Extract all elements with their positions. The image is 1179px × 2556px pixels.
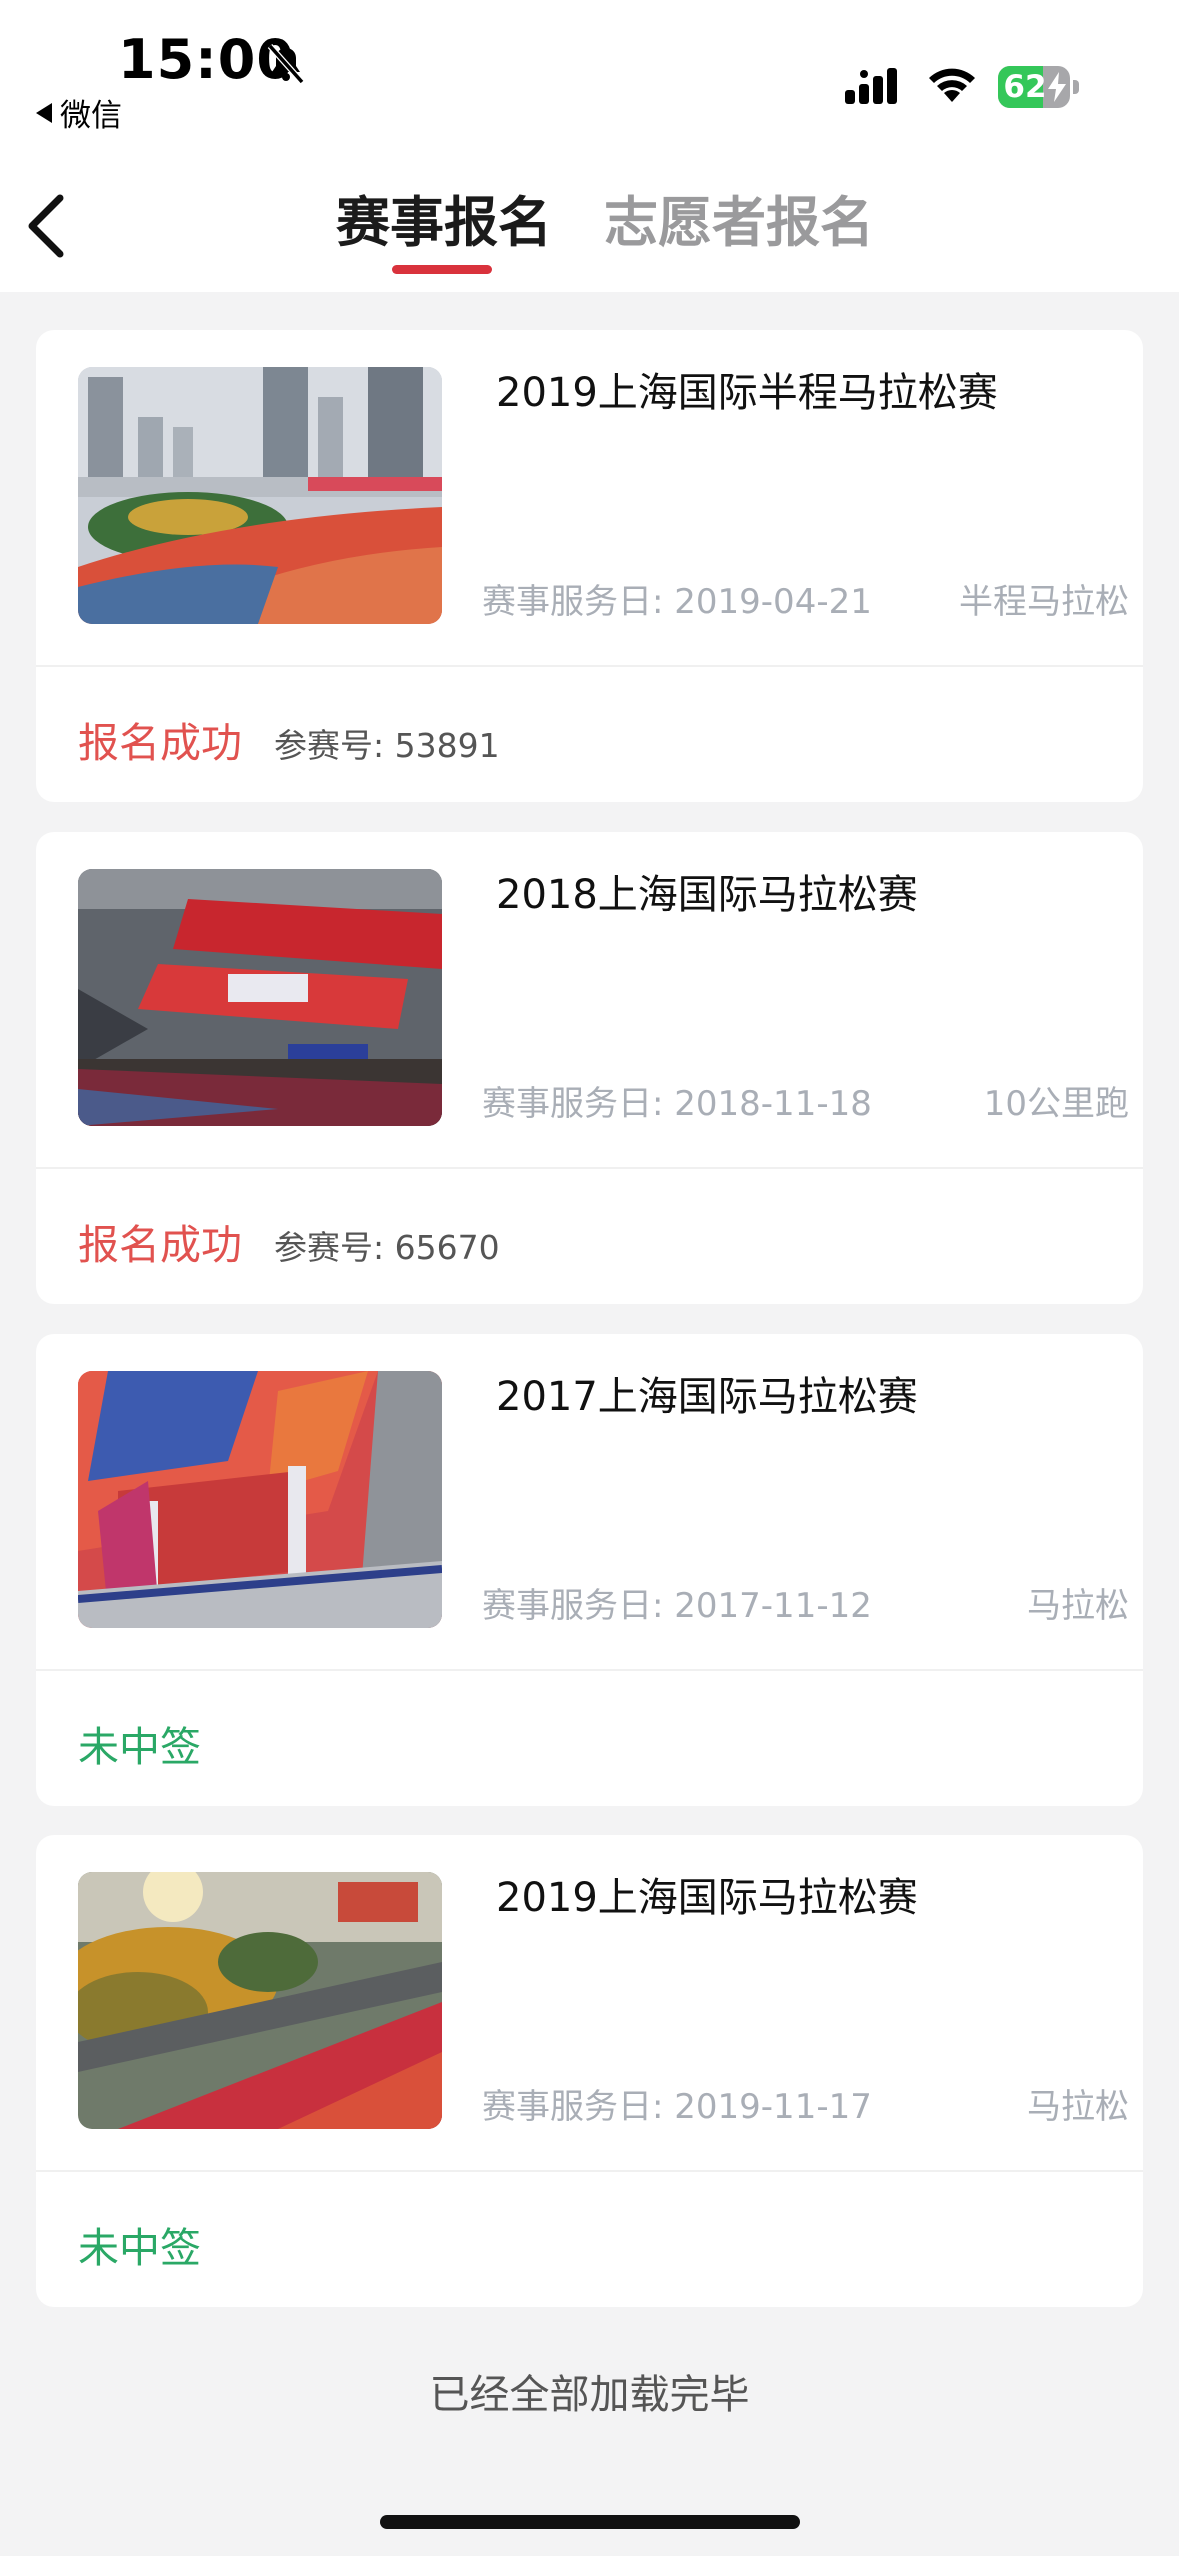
- event-date: 赛事服务日: 2018-11-18: [482, 1084, 872, 1124]
- event-type: 10公里跑: [983, 1084, 1129, 1124]
- back-app-label: 微信: [60, 98, 122, 134]
- home-indicator[interactable]: [380, 2515, 800, 2529]
- skyline-photo: [78, 367, 442, 624]
- bib-number: 参赛号: 65670: [274, 1228, 500, 1267]
- registration-status: 报名成功: [78, 719, 242, 767]
- list-end-message: 已经全部加载完毕: [429, 2372, 750, 2418]
- event-date: 赛事服务日: 2019-04-21: [482, 582, 872, 622]
- header-area: 15:00 微信 62 赛事报名 志愿者报名: [0, 0, 1179, 292]
- event-thumbnail: [78, 869, 442, 1126]
- bund-runners-photo: [78, 1872, 442, 2129]
- registration-status: 未中签: [78, 2224, 201, 2272]
- event-title: 2017上海国际马拉松赛: [496, 1374, 918, 1420]
- battery-body: 62: [998, 66, 1070, 108]
- tab-volunteer-registration[interactable]: 志愿者报名: [604, 178, 874, 257]
- battery-percent: 62: [1003, 69, 1047, 105]
- event-title: 2018上海国际马拉松赛: [496, 872, 918, 918]
- registration-status: 未中签: [78, 1723, 201, 1771]
- registration-card[interactable]: 2017上海国际马拉松赛 赛事服务日: 2017-11-12 马拉松 未中签: [36, 1334, 1143, 1806]
- crowd-aerial-photo: [78, 1371, 442, 1628]
- wifi-icon: [929, 68, 975, 102]
- charging-bolt-icon: [1048, 72, 1066, 102]
- registration-card[interactable]: 2018上海国际马拉松赛 赛事服务日: 2018-11-18 10公里跑 报名成…: [36, 832, 1143, 1304]
- event-thumbnail: [78, 1872, 442, 2129]
- battery-tip: [1073, 80, 1079, 94]
- active-tab-indicator: [392, 265, 492, 274]
- event-type: 马拉松: [1027, 2087, 1129, 2127]
- start-stage-photo: [78, 869, 442, 1126]
- cellular-signal-icon: [845, 68, 897, 104]
- back-arrow-icon[interactable]: [18, 188, 78, 264]
- event-type: 马拉松: [1027, 1586, 1129, 1626]
- tab-race-registration[interactable]: 赛事报名: [336, 178, 552, 257]
- event-thumbnail: [78, 367, 442, 624]
- card-footer: 报名成功 参赛号: 65670: [36, 1169, 1143, 1304]
- battery-indicator: 62: [998, 66, 1080, 108]
- event-date: 赛事服务日: 2019-11-17: [482, 2087, 872, 2127]
- event-date: 赛事服务日: 2017-11-12: [482, 1586, 872, 1626]
- event-title: 2019上海国际半程马拉松赛: [496, 370, 998, 416]
- bib-number: 参赛号: 53891: [274, 726, 500, 765]
- back-triangle-icon: [36, 102, 52, 123]
- event-title: 2019上海国际马拉松赛: [496, 1875, 918, 1921]
- card-footer: 未中签: [36, 1671, 1143, 1806]
- registration-card[interactable]: 2019上海国际马拉松赛 赛事服务日: 2019-11-17 马拉松 未中签: [36, 1835, 1143, 2307]
- bell-muted-icon: [267, 44, 305, 84]
- event-thumbnail: [78, 1371, 442, 1628]
- registration-card[interactable]: 2019上海国际半程马拉松赛 赛事服务日: 2019-04-21 半程马拉松 报…: [36, 330, 1143, 802]
- event-type: 半程马拉松: [959, 582, 1129, 622]
- registration-status: 报名成功: [78, 1221, 242, 1269]
- back-to-app[interactable]: 微信: [36, 90, 122, 135]
- card-footer: 未中签: [36, 2172, 1143, 2307]
- card-footer: 报名成功 参赛号: 53891: [36, 667, 1143, 802]
